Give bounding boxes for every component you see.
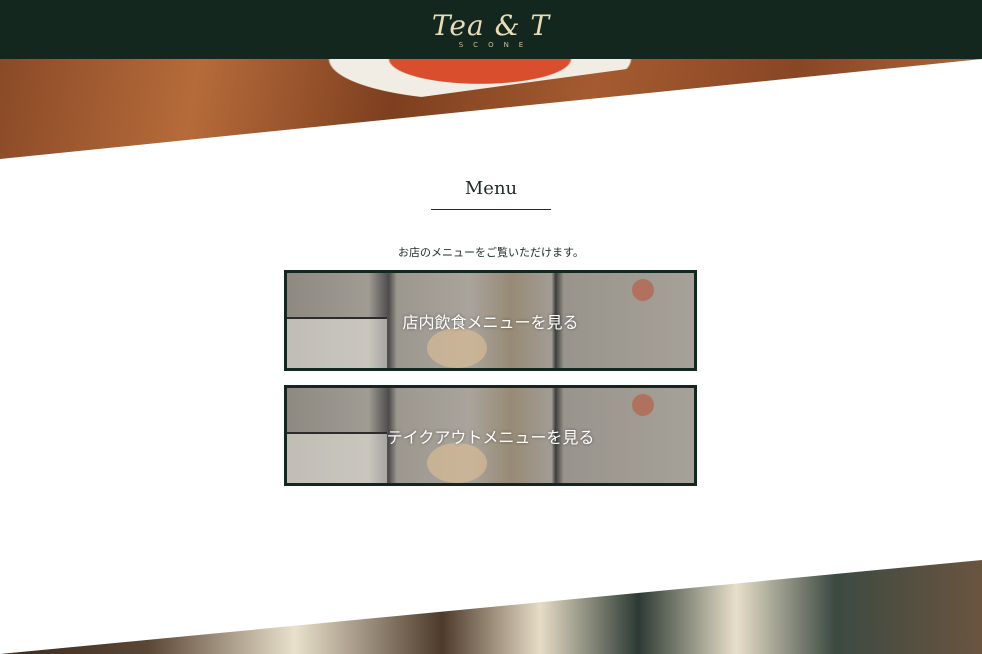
menu-section-title: Menu <box>464 178 518 199</box>
logo-subtext: SCONE <box>458 40 534 49</box>
dine-in-menu-card[interactable]: 店内飲食メニューを見る <box>284 270 697 371</box>
title-underline <box>431 209 551 210</box>
takeout-menu-label: テイクアウトメニューを見る <box>386 427 595 447</box>
menu-intro-text: お店のメニューをご覧いただけます。 <box>398 246 584 259</box>
dine-in-menu-label: 店内飲食メニューを見る <box>402 312 579 332</box>
site-logo[interactable]: Tea & T SCONE <box>431 8 551 49</box>
takeout-menu-card[interactable]: テイクアウトメニューを見る <box>284 385 697 486</box>
logo-script-text: Tea & T <box>431 8 551 42</box>
site-header: Tea & T SCONE <box>0 0 982 59</box>
menu-section: Menu お店のメニューをご覧いただけます。 店内飲食メニューを見る テイクアウ… <box>0 0 982 654</box>
